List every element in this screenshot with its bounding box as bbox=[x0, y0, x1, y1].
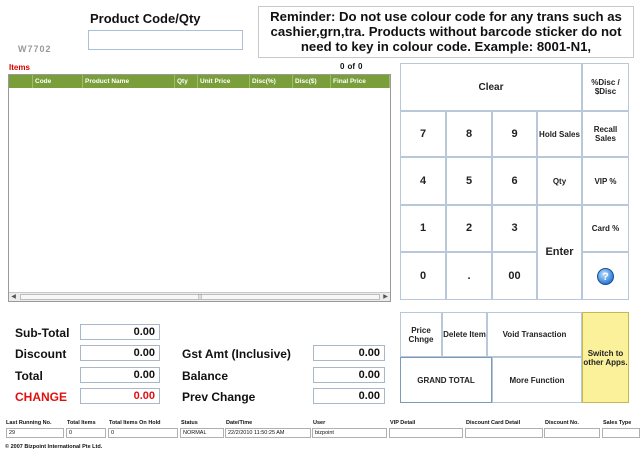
status-last-running: 29 bbox=[6, 428, 64, 438]
col-blank bbox=[9, 75, 33, 88]
key-4[interactable]: 4 bbox=[400, 157, 446, 205]
status-header-items-on-hold: Total Items On Hold bbox=[109, 420, 161, 426]
vip-pct-button[interactable]: VIP % bbox=[582, 157, 629, 205]
copyright-text: © 2007 Bizpoint International Pte Ltd. bbox=[5, 444, 103, 450]
card-pct-button[interactable]: Card % bbox=[582, 205, 629, 252]
status-items-on-hold: 0 bbox=[108, 428, 178, 438]
key-1[interactable]: 1 bbox=[400, 205, 446, 252]
items-count-current: 0 bbox=[340, 62, 345, 71]
product-code-input[interactable] bbox=[88, 30, 243, 50]
items-table-header: Code Product Name Qty Unit Price Disc(%)… bbox=[9, 75, 390, 88]
prev-change-label: Prev Change bbox=[182, 390, 256, 404]
price-change-button[interactable]: Price Chnge bbox=[400, 312, 442, 357]
items-count-total: 0 bbox=[358, 62, 363, 71]
qty-button[interactable]: Qty bbox=[537, 157, 582, 205]
horizontal-scrollbar[interactable]: ◀ ||| ▶ bbox=[9, 292, 390, 301]
items-title: Items bbox=[9, 63, 30, 72]
discount-value: 0.00 bbox=[80, 345, 160, 361]
key-2[interactable]: 2 bbox=[446, 205, 492, 252]
status-sales-type bbox=[602, 428, 640, 438]
discount-label: Discount bbox=[15, 347, 67, 361]
status-vip-detail bbox=[389, 428, 463, 438]
status-status: NORMAL bbox=[180, 428, 224, 438]
key-8[interactable]: 8 bbox=[446, 111, 492, 157]
items-table[interactable]: Code Product Name Qty Unit Price Disc(%)… bbox=[8, 74, 391, 302]
scroll-thumb[interactable]: ||| bbox=[20, 294, 380, 300]
scroll-right-icon[interactable]: ▶ bbox=[381, 293, 390, 301]
key-00[interactable]: 00 bbox=[492, 252, 537, 300]
subtotal-label: Sub-Total bbox=[15, 326, 70, 340]
status-discount-no bbox=[544, 428, 600, 438]
status-user: bizpoint bbox=[312, 428, 387, 438]
enter-button[interactable]: Enter bbox=[537, 205, 582, 300]
disc-toggle-button[interactable]: %Disc / $Disc bbox=[582, 63, 629, 111]
items-count-of: of bbox=[347, 62, 356, 71]
faded-text: W7702 bbox=[18, 44, 52, 54]
total-label: Total bbox=[15, 369, 43, 383]
change-value: 0.00 bbox=[80, 388, 160, 404]
switch-apps-button[interactable]: Switch to other Apps. bbox=[582, 312, 629, 403]
status-discount-card bbox=[465, 428, 543, 438]
col-unit-price: Unit Price bbox=[198, 75, 250, 88]
subtotal-value: 0.00 bbox=[80, 324, 160, 340]
key-7[interactable]: 7 bbox=[400, 111, 446, 157]
status-header-vip-detail: VIP Detail bbox=[390, 420, 416, 426]
hold-sales-button[interactable]: Hold Sales bbox=[537, 111, 582, 157]
key-6[interactable]: 6 bbox=[492, 157, 537, 205]
help-button[interactable]: ? bbox=[582, 252, 629, 300]
status-header-last-running: Last Running No. bbox=[6, 420, 52, 426]
status-header-status: Status bbox=[181, 420, 198, 426]
col-qty: Qty bbox=[175, 75, 198, 88]
prev-change-value: 0.00 bbox=[313, 388, 385, 404]
key-5[interactable]: 5 bbox=[446, 157, 492, 205]
balance-value: 0.00 bbox=[313, 367, 385, 383]
clear-button[interactable]: Clear bbox=[400, 63, 582, 111]
key-dot[interactable]: . bbox=[446, 252, 492, 300]
gst-value: 0.00 bbox=[313, 345, 385, 361]
key-3[interactable]: 3 bbox=[492, 205, 537, 252]
scroll-left-icon[interactable]: ◀ bbox=[9, 293, 18, 301]
status-total-items: 0 bbox=[66, 428, 106, 438]
status-header-sales-type: Sales Type bbox=[603, 420, 632, 426]
status-header-discount-no: Discount No. bbox=[545, 420, 579, 426]
change-label: CHANGE bbox=[15, 390, 68, 404]
key-9[interactable]: 9 bbox=[492, 111, 537, 157]
balance-label: Balance bbox=[182, 369, 229, 383]
gst-label: Gst Amt (Inclusive) bbox=[182, 347, 291, 361]
status-header-datetime: Date/Time bbox=[226, 420, 253, 426]
key-0[interactable]: 0 bbox=[400, 252, 446, 300]
status-header-total-items: Total Items bbox=[67, 420, 96, 426]
reminder-banner: Reminder: Do not use colour code for any… bbox=[258, 6, 634, 58]
grand-total-button[interactable]: GRAND TOTAL bbox=[400, 357, 492, 403]
col-final-price: Final Price bbox=[331, 75, 390, 88]
total-value: 0.00 bbox=[80, 367, 160, 383]
void-transaction-button[interactable]: Void Transaction bbox=[487, 312, 582, 357]
product-code-label: Product Code/Qty bbox=[90, 11, 201, 26]
items-count: 0 of 0 bbox=[337, 62, 362, 71]
status-datetime: 22/2/2010 11:50:25 AM bbox=[225, 428, 311, 438]
delete-item-button[interactable]: Delete Item bbox=[442, 312, 487, 357]
recall-sales-button[interactable]: Recall Sales bbox=[582, 111, 629, 157]
status-header-user: User bbox=[313, 420, 326, 426]
more-function-button[interactable]: More Function bbox=[492, 357, 582, 403]
col-product-name: Product Name bbox=[83, 75, 175, 88]
col-disc-pct: Disc(%) bbox=[250, 75, 293, 88]
help-icon: ? bbox=[597, 267, 614, 285]
col-code: Code bbox=[33, 75, 83, 88]
status-header-discount-card: Discount Card Detail bbox=[466, 420, 521, 426]
col-disc-amt: Disc($) bbox=[293, 75, 331, 88]
